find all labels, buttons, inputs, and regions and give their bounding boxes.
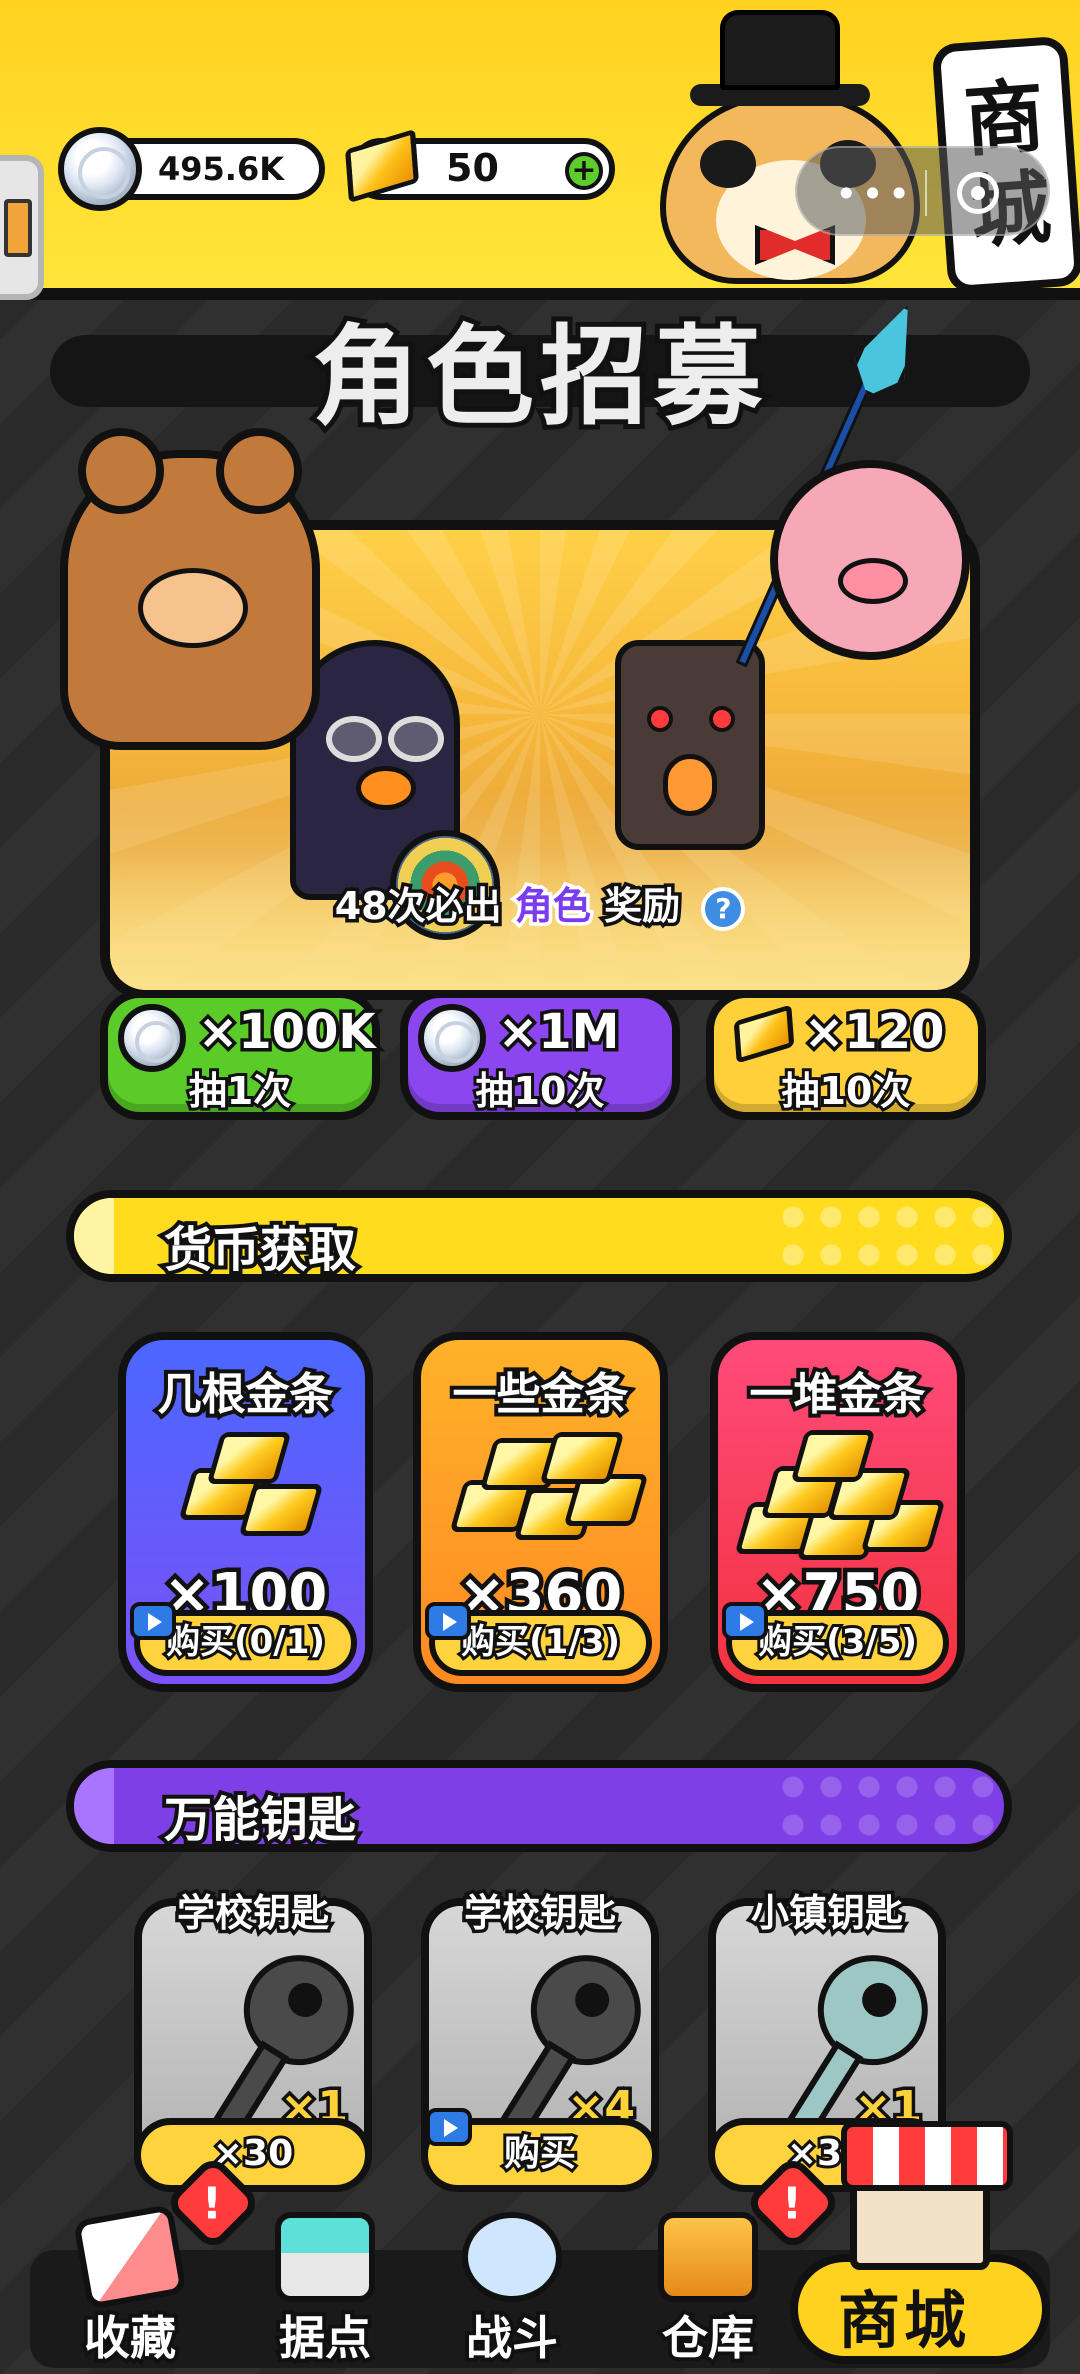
video-ad-icon: [425, 1602, 471, 1640]
gold-pack-large[interactable]: 一堆金条 ×750 购买(3/5): [710, 1332, 965, 1692]
draw-label: 抽1次: [186, 1066, 294, 1116]
key-name: 学校钥匙: [173, 1888, 332, 1939]
section-title: 货币获取: [160, 1218, 360, 1278]
gold-bar-icon: [733, 1004, 795, 1064]
pity-highlight: 角色: [511, 881, 594, 932]
book-icon: [72, 2204, 188, 2310]
pity-prefix: 48次必出: [331, 881, 505, 932]
draw-10-gold-button[interactable]: ×120 抽10次: [706, 990, 986, 1120]
silver-amount: 495.6K: [158, 150, 285, 188]
nav-label: 收藏: [80, 2307, 180, 2369]
currency-section-header: 货币获取: [66, 1190, 1012, 1282]
gold-bar-icon: [345, 128, 419, 204]
keys-section-header: 万能钥匙: [66, 1760, 1012, 1852]
draw-10-silver-button[interactable]: ×1M 抽10次: [400, 990, 680, 1120]
help-icon[interactable]: ?: [701, 886, 746, 931]
battle-icon: [462, 2212, 562, 2302]
pity-suffix: 奖励: [601, 881, 684, 932]
pity-notice: 48次必出 角色 奖励 ?: [110, 875, 970, 932]
gold-bars-icon: [421, 1428, 660, 1568]
bear-character: [60, 428, 320, 750]
gold-bars-icon: [718, 1428, 957, 1568]
add-gold-button[interactable]: +: [565, 152, 603, 190]
nav-shop[interactable]: 商城: [790, 2254, 1050, 2364]
base-icon: [275, 2212, 375, 2302]
miniprogram-capsule: •••: [795, 146, 1050, 236]
video-ad-icon: [130, 1602, 176, 1640]
gold-pack-small[interactable]: 几根金条 ×100 购买(0/1): [118, 1332, 373, 1692]
top-bar: 495.6K 50 + 商 城 •••: [0, 0, 1080, 300]
pack-name: 一堆金条: [746, 1365, 930, 1424]
nav-label: 据点: [275, 2307, 375, 2369]
video-ad-icon: [722, 1602, 768, 1640]
side-drawer-tab[interactable]: [0, 155, 44, 300]
draw-cost: ×120: [800, 1001, 947, 1064]
draw-1-silver-button[interactable]: ×100K 抽1次: [100, 990, 380, 1120]
nav-battle[interactable]: 战斗: [432, 2182, 592, 2372]
recruit-title: 角色招募: [307, 310, 768, 445]
nav-label: 仓库: [658, 2307, 758, 2369]
gold-bars-icon: [126, 1428, 365, 1568]
gold-amount: 50: [446, 146, 499, 190]
pig-character: [770, 460, 970, 660]
draw-cost: ×1M: [494, 1001, 622, 1064]
pack-name: 一些金条: [449, 1365, 633, 1424]
masked-character: [615, 640, 765, 850]
alert-mark: !: [201, 2178, 222, 2230]
key-name: 学校钥匙: [460, 1888, 619, 1939]
more-menu-icon[interactable]: •••: [835, 172, 914, 216]
gold-pack-medium[interactable]: 一些金条 ×360 购买(1/3): [413, 1332, 668, 1692]
key-purchase-button[interactable]: ×30: [134, 2118, 372, 2192]
gold-currency-display: 50 +: [345, 128, 615, 204]
key-name: 小镇钥匙: [747, 1888, 906, 1939]
silver-coin-icon: [58, 127, 142, 211]
silver-currency-display: 495.6K: [58, 127, 325, 211]
pack-name: 几根金条: [154, 1365, 338, 1424]
key-price: 购买: [501, 2130, 579, 2177]
draw-label: 抽10次: [779, 1066, 914, 1116]
nav-label: 商城: [838, 2284, 971, 2357]
draw-cost: ×100K: [195, 1001, 380, 1064]
alert-mark: !: [781, 2178, 802, 2230]
video-ad-icon: [426, 2108, 472, 2146]
nav-label: 战斗: [462, 2307, 562, 2369]
warehouse-icon: [658, 2212, 758, 2302]
section-title: 万能钥匙: [160, 1788, 360, 1848]
close-target-icon[interactable]: [957, 172, 999, 214]
shop-icon: [841, 2121, 1013, 2270]
nav-base[interactable]: 据点: [245, 2182, 405, 2372]
draw-label: 抽10次: [473, 1066, 608, 1116]
